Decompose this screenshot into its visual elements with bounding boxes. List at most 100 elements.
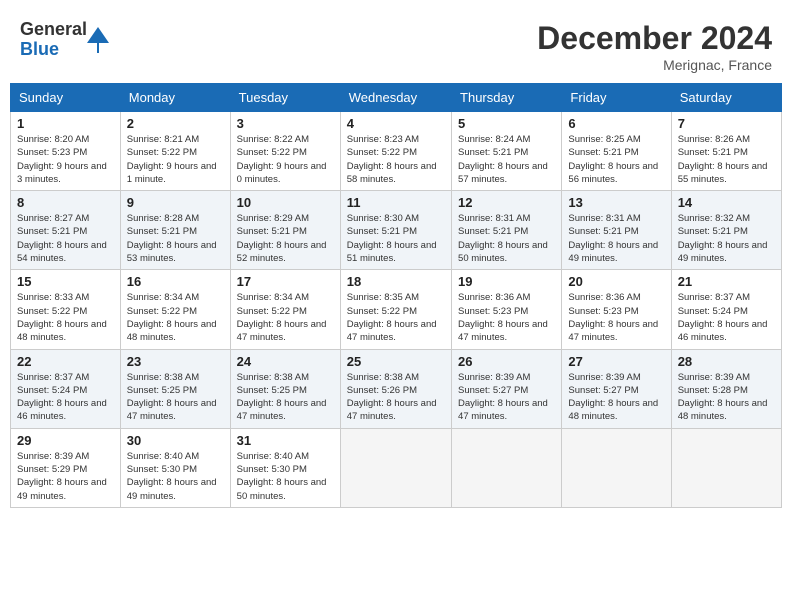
logo: General Blue — [20, 20, 109, 60]
day-number: 17 — [237, 274, 334, 289]
calendar-cell: 13Sunrise: 8:31 AM Sunset: 5:21 PM Dayli… — [562, 191, 671, 270]
calendar-cell: 28 Sunrise: 8:39 AM Sunset: 5:28 PM Dayli… — [671, 349, 781, 428]
calendar-cell: 19Sunrise: 8:36 AM Sunset: 5:23 PM Dayli… — [452, 270, 562, 349]
day-number: 5 — [458, 116, 555, 131]
page-header: General Blue December 2024 Merignac, Fra… — [10, 10, 782, 78]
day-info: Sunrise: 8:40 AM Sunset: 5:30 PM Dayligh… — [127, 450, 224, 503]
calendar-cell: 3 Sunrise: 8:22 AM Sunset: 5:22 PM Daylig… — [230, 112, 340, 191]
calendar-cell: 30 Sunrise: 8:40 AM Sunset: 5:30 PM Dayli… — [120, 428, 230, 507]
day-number: 25 — [347, 354, 445, 369]
calendar-cell: 10 Sunrise: 8:29 AM Sunset: 5:21 PM Dayli… — [230, 191, 340, 270]
calendar-cell — [452, 428, 562, 507]
calendar-cell — [562, 428, 671, 507]
calendar-cell: 23Sunrise: 8:38 AM Sunset: 5:25 PM Dayli… — [120, 349, 230, 428]
day-info: Sunrise: 8:34 AM Sunset: 5:22 PM Dayligh… — [237, 291, 334, 344]
location: Merignac, France — [537, 57, 772, 73]
day-info: Sunrise: 8:29 AM Sunset: 5:21 PM Dayligh… — [237, 212, 334, 265]
day-number: 9 — [127, 195, 224, 210]
day-number: 26 — [458, 354, 555, 369]
calendar-week-row: 8 Sunrise: 8:27 AM Sunset: 5:21 PM Daylig… — [11, 191, 782, 270]
calendar-cell: 14Sunrise: 8:32 AM Sunset: 5:21 PM Dayli… — [671, 191, 781, 270]
day-info: Sunrise: 8:27 AM Sunset: 5:21 PM Dayligh… — [17, 212, 114, 265]
day-info: Sunrise: 8:36 AM Sunset: 5:23 PM Dayligh… — [568, 291, 664, 344]
day-number: 7 — [678, 116, 775, 131]
calendar-header-monday: Monday — [120, 84, 230, 112]
day-info: Sunrise: 8:25 AM Sunset: 5:21 PM Dayligh… — [568, 133, 664, 186]
day-number: 18 — [347, 274, 445, 289]
calendar-week-row: 1 Sunrise: 8:20 AM Sunset: 5:23 PM Daylig… — [11, 112, 782, 191]
calendar-cell: 5Sunrise: 8:24 AM Sunset: 5:21 PM Daylig… — [452, 112, 562, 191]
day-info: Sunrise: 8:32 AM Sunset: 5:21 PM Dayligh… — [678, 212, 775, 265]
calendar-header-wednesday: Wednesday — [340, 84, 451, 112]
calendar-cell: 11 Sunrise: 8:30 AM Sunset: 5:21 PM Dayli… — [340, 191, 451, 270]
calendar-cell: 12Sunrise: 8:31 AM Sunset: 5:21 PM Dayli… — [452, 191, 562, 270]
calendar-cell: 6 Sunrise: 8:25 AM Sunset: 5:21 PM Daylig… — [562, 112, 671, 191]
calendar-week-row: 29Sunrise: 8:39 AM Sunset: 5:29 PM Dayli… — [11, 428, 782, 507]
calendar-cell: 31 Sunrise: 8:40 AM Sunset: 5:30 PM Dayli… — [230, 428, 340, 507]
logo-general-text: General — [20, 20, 87, 40]
day-number: 31 — [237, 433, 334, 448]
calendar-cell: 16 Sunrise: 8:34 AM Sunset: 5:22 PM Dayli… — [120, 270, 230, 349]
calendar-header-saturday: Saturday — [671, 84, 781, 112]
day-info: Sunrise: 8:30 AM Sunset: 5:21 PM Dayligh… — [347, 212, 445, 265]
day-info: Sunrise: 8:31 AM Sunset: 5:21 PM Dayligh… — [458, 212, 555, 265]
day-number: 28 — [678, 354, 775, 369]
calendar-cell: 7 Sunrise: 8:26 AM Sunset: 5:21 PM Daylig… — [671, 112, 781, 191]
calendar-week-row: 22Sunrise: 8:37 AM Sunset: 5:24 PM Dayli… — [11, 349, 782, 428]
day-number: 15 — [17, 274, 114, 289]
day-number: 1 — [17, 116, 114, 131]
day-info: Sunrise: 8:35 AM Sunset: 5:22 PM Dayligh… — [347, 291, 445, 344]
calendar-cell — [340, 428, 451, 507]
day-number: 21 — [678, 274, 775, 289]
day-info: Sunrise: 8:40 AM Sunset: 5:30 PM Dayligh… — [237, 450, 334, 503]
calendar-cell: 15Sunrise: 8:33 AM Sunset: 5:22 PM Dayli… — [11, 270, 121, 349]
calendar-cell: 2 Sunrise: 8:21 AM Sunset: 5:22 PM Daylig… — [120, 112, 230, 191]
day-info: Sunrise: 8:39 AM Sunset: 5:28 PM Dayligh… — [678, 371, 775, 424]
calendar-cell: 22Sunrise: 8:37 AM Sunset: 5:24 PM Dayli… — [11, 349, 121, 428]
day-info: Sunrise: 8:37 AM Sunset: 5:24 PM Dayligh… — [17, 371, 114, 424]
calendar-cell: 25Sunrise: 8:38 AM Sunset: 5:26 PM Dayli… — [340, 349, 451, 428]
day-number: 29 — [17, 433, 114, 448]
logo-icon — [87, 25, 109, 55]
calendar-cell: 21Sunrise: 8:37 AM Sunset: 5:24 PM Dayli… — [671, 270, 781, 349]
calendar-cell: 8 Sunrise: 8:27 AM Sunset: 5:21 PM Daylig… — [11, 191, 121, 270]
calendar-cell: 18 Sunrise: 8:35 AM Sunset: 5:22 PM Dayli… — [340, 270, 451, 349]
day-info: Sunrise: 8:22 AM Sunset: 5:22 PM Dayligh… — [237, 133, 334, 186]
day-info: Sunrise: 8:36 AM Sunset: 5:23 PM Dayligh… — [458, 291, 555, 344]
day-info: Sunrise: 8:34 AM Sunset: 5:22 PM Dayligh… — [127, 291, 224, 344]
day-number: 11 — [347, 195, 445, 210]
month-title: December 2024 — [537, 20, 772, 57]
calendar-cell: 1 Sunrise: 8:20 AM Sunset: 5:23 PM Daylig… — [11, 112, 121, 191]
day-number: 6 — [568, 116, 664, 131]
day-number: 30 — [127, 433, 224, 448]
day-number: 13 — [568, 195, 664, 210]
day-info: Sunrise: 8:26 AM Sunset: 5:21 PM Dayligh… — [678, 133, 775, 186]
day-info: Sunrise: 8:38 AM Sunset: 5:25 PM Dayligh… — [127, 371, 224, 424]
day-info: Sunrise: 8:20 AM Sunset: 5:23 PM Dayligh… — [17, 133, 114, 186]
calendar-header-friday: Friday — [562, 84, 671, 112]
day-info: Sunrise: 8:39 AM Sunset: 5:27 PM Dayligh… — [568, 371, 664, 424]
day-info: Sunrise: 8:21 AM Sunset: 5:22 PM Dayligh… — [127, 133, 224, 186]
calendar-cell: 17 Sunrise: 8:34 AM Sunset: 5:22 PM Dayli… — [230, 270, 340, 349]
title-block: December 2024 Merignac, France — [537, 20, 772, 73]
calendar-cell — [671, 428, 781, 507]
day-number: 24 — [237, 354, 334, 369]
calendar-cell: 24 Sunrise: 8:38 AM Sunset: 5:25 PM Dayli… — [230, 349, 340, 428]
day-number: 2 — [127, 116, 224, 131]
calendar-header-tuesday: Tuesday — [230, 84, 340, 112]
day-number: 8 — [17, 195, 114, 210]
calendar-cell: 29Sunrise: 8:39 AM Sunset: 5:29 PM Dayli… — [11, 428, 121, 507]
day-info: Sunrise: 8:28 AM Sunset: 5:21 PM Dayligh… — [127, 212, 224, 265]
calendar-header-sunday: Sunday — [11, 84, 121, 112]
calendar-cell: 4Sunrise: 8:23 AM Sunset: 5:22 PM Daylig… — [340, 112, 451, 191]
calendar-week-row: 15Sunrise: 8:33 AM Sunset: 5:22 PM Dayli… — [11, 270, 782, 349]
day-number: 3 — [237, 116, 334, 131]
day-info: Sunrise: 8:39 AM Sunset: 5:27 PM Dayligh… — [458, 371, 555, 424]
day-number: 16 — [127, 274, 224, 289]
calendar-header-row: SundayMondayTuesdayWednesdayThursdayFrid… — [11, 84, 782, 112]
day-number: 4 — [347, 116, 445, 131]
day-info: Sunrise: 8:38 AM Sunset: 5:25 PM Dayligh… — [237, 371, 334, 424]
day-number: 27 — [568, 354, 664, 369]
day-number: 10 — [237, 195, 334, 210]
calendar-cell: 27 Sunrise: 8:39 AM Sunset: 5:27 PM Dayli… — [562, 349, 671, 428]
